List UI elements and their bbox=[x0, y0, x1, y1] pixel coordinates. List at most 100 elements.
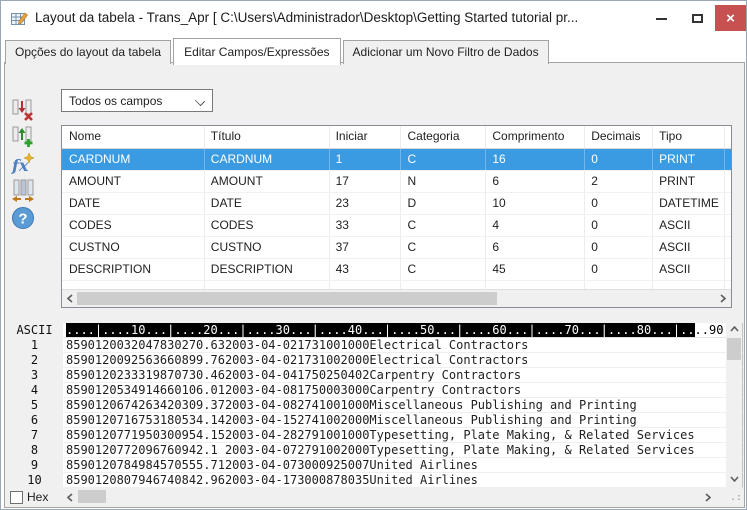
cell-tipo: PRINT bbox=[653, 149, 725, 170]
table-layout-window: { "window": { "title": "Layout da tabela… bbox=[0, 0, 747, 510]
cell-categoria: D bbox=[401, 193, 486, 214]
table-row-cardnum[interactable]: CARDNUM CARDNUM 1 C 16 0 PRINT bbox=[62, 149, 731, 171]
cell-iniciar: 33 bbox=[330, 215, 402, 236]
column-header-tipo[interactable]: Tipo bbox=[653, 126, 725, 148]
scroll-left-icon[interactable] bbox=[63, 291, 77, 306]
data-line[interactable]: 28590120092563660899.762003-04-021731002… bbox=[6, 353, 743, 368]
line-text: 8590120771950300954.152003-04-2827910010… bbox=[63, 428, 743, 443]
edit-expression-button[interactable]: fx bbox=[10, 151, 36, 177]
fields-table-header: Nome Título Iniciar Categoria Compriment… bbox=[62, 126, 731, 149]
line-text: 8590120032047830270.632003-04-0217310010… bbox=[63, 338, 743, 353]
line-number: 8 bbox=[6, 443, 63, 458]
column-header-decimais[interactable]: Decimais bbox=[585, 126, 653, 148]
scroll-left-icon[interactable] bbox=[63, 490, 77, 505]
hscroll-thumb[interactable] bbox=[77, 292, 497, 305]
cell-categoria: C bbox=[401, 149, 486, 170]
cell-decimais: 0 bbox=[585, 193, 653, 214]
column-ruler: ....|....10...|....20...|....30...|....4… bbox=[63, 323, 743, 338]
delete-field-button[interactable] bbox=[10, 97, 36, 123]
help-icon: ? bbox=[11, 206, 35, 230]
table-edit-icon bbox=[11, 11, 28, 30]
column-header-nome[interactable]: Nome bbox=[62, 126, 205, 148]
column-header-categoria[interactable]: Categoria bbox=[401, 126, 486, 148]
checkbox-icon[interactable] bbox=[10, 491, 23, 504]
chevron-down-icon bbox=[195, 96, 205, 106]
cell-comprimento: 6 bbox=[486, 237, 585, 258]
cell-titulo: CUSTNO bbox=[205, 237, 330, 258]
cell-comprimento: 4 bbox=[486, 215, 585, 236]
fields-table-hscrollbar[interactable] bbox=[62, 289, 731, 307]
fields-table: Nome Título Iniciar Categoria Compriment… bbox=[61, 125, 732, 308]
ascii-label: ASCII bbox=[6, 323, 63, 338]
data-line[interactable]: 78590120771950300954.152003-04-282791001… bbox=[6, 428, 743, 443]
resize-grip-icon[interactable]: .: bbox=[730, 492, 742, 503]
cell-iniciar: 1 bbox=[330, 149, 402, 170]
data-line[interactable]: 18590120032047830270.632003-04-021731001… bbox=[6, 338, 743, 353]
data-line[interactable]: 88590120772096760942.1 2003-04-072791002… bbox=[6, 443, 743, 458]
line-number: 6 bbox=[6, 413, 63, 428]
line-text: 8590120534914660106.012003-04-0817500030… bbox=[63, 383, 743, 398]
line-number: 5 bbox=[6, 398, 63, 413]
data-line[interactable]: 98590120784984570555.712003-04-073000925… bbox=[6, 458, 743, 473]
line-number: 9 bbox=[6, 458, 63, 473]
line-number: 4 bbox=[6, 383, 63, 398]
scroll-down-icon[interactable] bbox=[726, 472, 742, 486]
close-button[interactable]: × bbox=[715, 5, 746, 31]
resize-columns-button[interactable] bbox=[10, 178, 36, 204]
line-text: 8590120807946740842.962003-04-1730008780… bbox=[63, 473, 743, 488]
vscroll-thumb[interactable] bbox=[727, 338, 741, 360]
cell-iniciar: 43 bbox=[330, 259, 402, 280]
column-header-comprimento[interactable]: Comprimento bbox=[486, 126, 585, 148]
cell-decimais: 0 bbox=[585, 259, 653, 280]
cell-iniciar: 17 bbox=[330, 171, 402, 192]
column-header-iniciar[interactable]: Iniciar bbox=[330, 126, 402, 148]
line-number: 2 bbox=[6, 353, 63, 368]
cell-nome: CUSTNO bbox=[62, 237, 205, 258]
cell-titulo: CARDNUM bbox=[205, 149, 330, 170]
ascii-hscrollbar[interactable] bbox=[63, 489, 715, 505]
table-row-custno[interactable]: CUSTNO CUSTNO 37 C 6 0 ASCII bbox=[62, 237, 731, 259]
delete-field-icon bbox=[11, 98, 35, 122]
ascii-data-viewer: ASCII ....|....10...|....20...|....30...… bbox=[6, 321, 743, 506]
minimize-button[interactable] bbox=[645, 7, 677, 30]
cell-comprimento: 16 bbox=[486, 149, 585, 170]
data-line[interactable]: 48590120534914660106.012003-04-081750003… bbox=[6, 383, 743, 398]
data-line[interactable]: 58590120674263420309.372003-04-082741001… bbox=[6, 398, 743, 413]
field-filter-select[interactable]: Todos os campos bbox=[61, 89, 213, 112]
hex-checkbox[interactable]: Hex bbox=[10, 490, 48, 504]
ascii-vscrollbar[interactable] bbox=[726, 321, 742, 487]
cell-iniciar: 37 bbox=[330, 237, 402, 258]
tab-add-new-data-filter[interactable]: Adicionar um Novo Filtro de Dados bbox=[343, 40, 549, 64]
data-line[interactable]: 38590120233319870730.462003-04-041750250… bbox=[6, 368, 743, 383]
cell-decimais: 0 bbox=[585, 149, 653, 170]
maximize-button[interactable] bbox=[681, 7, 713, 30]
data-line[interactable]: 108590120807946740842.962003-04-17300087… bbox=[6, 473, 743, 488]
tab-edit-fields-expressions[interactable]: Editar Campos/Expressões bbox=[173, 38, 340, 65]
tab-page: fx ? Todos os campos Nome Título Iniciar… bbox=[4, 62, 745, 508]
cell-titulo: AMOUNT bbox=[205, 171, 330, 192]
hex-label: Hex bbox=[27, 490, 48, 504]
scroll-right-icon[interactable] bbox=[701, 490, 715, 505]
cell-nome: CODES bbox=[62, 215, 205, 236]
data-line[interactable]: 68590120716753180534.142003-04-152741002… bbox=[6, 413, 743, 428]
cell-nome: CARDNUM bbox=[62, 149, 205, 170]
cell-tipo: ASCII bbox=[653, 215, 725, 236]
tab-strip: Opções do layout da tabela Editar Campos… bbox=[5, 38, 551, 64]
line-text: 8590120233319870730.462003-04-0417502504… bbox=[63, 368, 743, 383]
column-header-titulo[interactable]: Título bbox=[205, 126, 330, 148]
cell-categoria: C bbox=[401, 215, 486, 236]
cell-tipo: ASCII bbox=[653, 237, 725, 258]
add-field-button[interactable] bbox=[10, 124, 36, 150]
table-row-codes[interactable]: CODES CODES 33 C 4 0 ASCII bbox=[62, 215, 731, 237]
table-row-amount[interactable]: AMOUNT AMOUNT 17 N 6 2 PRINT bbox=[62, 171, 731, 193]
cell-categoria: C bbox=[401, 237, 486, 258]
table-row-date[interactable]: DATE DATE 23 D 10 0 DATETIME bbox=[62, 193, 731, 215]
line-text: 8590120772096760942.1 2003-04-0727910020… bbox=[63, 443, 743, 458]
scroll-right-icon[interactable] bbox=[716, 291, 730, 306]
hscroll-thumb[interactable] bbox=[78, 490, 106, 503]
tab-table-layout-options[interactable]: Opções do layout da tabela bbox=[5, 40, 171, 64]
help-button[interactable]: ? bbox=[10, 205, 36, 231]
line-text: 8590120716753180534.142003-04-1527410020… bbox=[63, 413, 743, 428]
table-row-description[interactable]: DESCRIPTION DESCRIPTION 43 C 45 0 ASCII bbox=[62, 259, 731, 281]
scroll-up-icon[interactable] bbox=[726, 322, 742, 336]
